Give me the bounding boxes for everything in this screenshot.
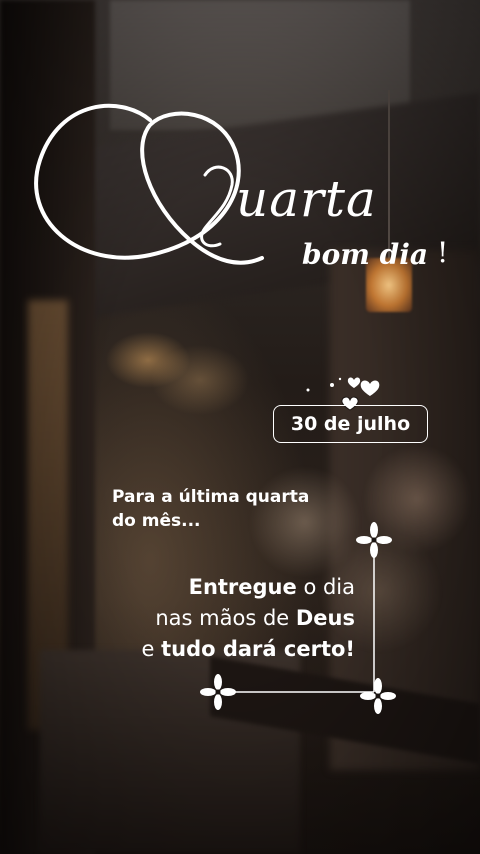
message-line-1: Entregue o dia <box>188 575 355 599</box>
flower-ornament-icon <box>356 522 392 558</box>
flower-ornament-icon <box>200 674 236 710</box>
message-line-2: nas mãos de Deus <box>155 606 355 630</box>
message-text: Entregue o dia nas mãos de Deus e tudo d… <box>95 572 355 665</box>
background-scene: Q uarta bom dia ! 30 de julho Para a últ… <box>0 0 480 854</box>
message-line-3: e tudo dará certo! <box>141 637 355 661</box>
flower-ornament-frame <box>200 522 396 714</box>
flower-ornament-icon <box>360 678 396 714</box>
